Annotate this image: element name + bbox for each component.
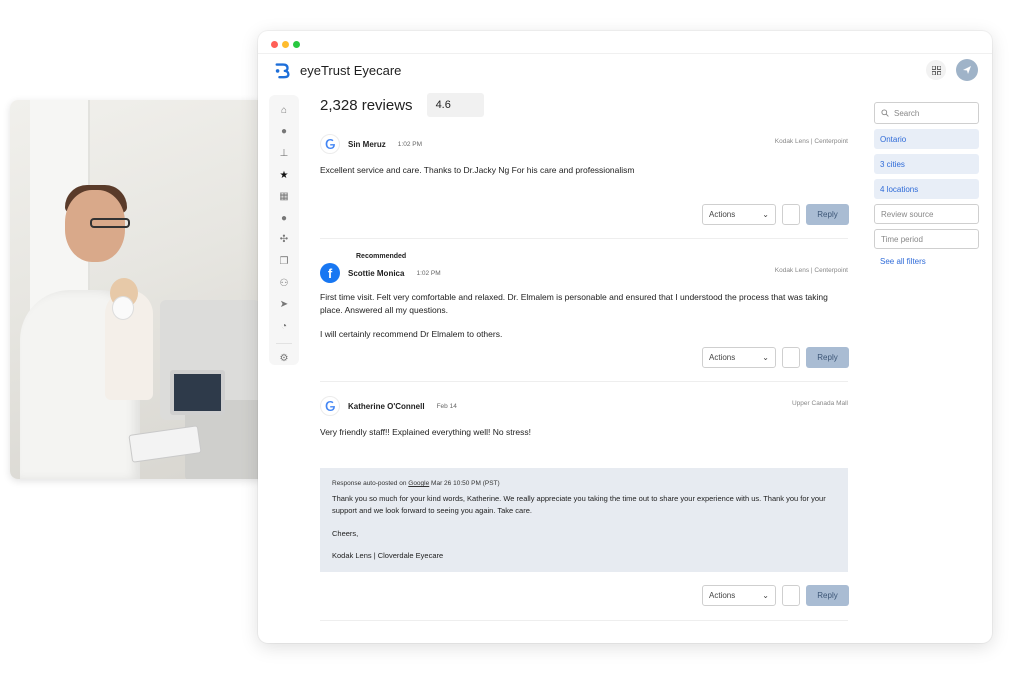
response-signature: Kodak Lens | Cloverdale Eyecare <box>332 551 444 560</box>
actions-dropdown[interactable]: Actions ⌄ <box>702 585 776 606</box>
sidebar-nav: ⌂ ● ⊥ ★ ▦ ● ✣ ❐ ⚇ ➤ ◔ ⚙ <box>269 95 299 365</box>
actions-label: Actions <box>709 353 736 362</box>
more-button[interactable] <box>782 585 800 606</box>
response-body: Thank you so much for your kind words, K… <box>332 493 836 563</box>
review-text: Very friendly staff!! Explained everythi… <box>320 426 848 439</box>
reviewer-name[interactable]: Sin Meruz <box>348 140 386 149</box>
window-controls <box>271 41 300 48</box>
google-icon <box>320 134 340 154</box>
review-time: 1:02 PM <box>416 269 441 277</box>
more-button[interactable] <box>782 204 800 225</box>
recommended-badge: Recommended <box>356 253 407 260</box>
brand-name: eyeTrust Eyecare <box>300 62 402 78</box>
optometrist-photo <box>10 100 265 479</box>
brand-logo-icon <box>275 63 290 79</box>
review-count: 2,328 reviews <box>320 96 413 114</box>
chevron-down-icon: ⌄ <box>762 591 769 600</box>
review-card: Recommended f Scottie Monica 1:02 PM Kod… <box>320 253 848 341</box>
review-time: Feb 14 <box>436 402 457 410</box>
minimize-window-dot[interactable] <box>282 41 289 48</box>
review-paragraph: First time visit. Felt very comfortable … <box>320 292 828 315</box>
reply-button[interactable]: Reply <box>806 585 849 606</box>
reviewer-name[interactable]: Scottie Monica <box>348 269 404 278</box>
apps-grid-button[interactable] <box>926 60 946 80</box>
search-input[interactable]: Search <box>874 102 979 124</box>
reviewer-name[interactable]: Katherine O'Connell <box>348 402 425 411</box>
time-period-filter[interactable]: Time period <box>874 229 979 249</box>
google-icon <box>320 396 340 416</box>
review-location: Kodak Lens | Centerpoint <box>774 138 848 145</box>
maximize-window-dot[interactable] <box>293 41 300 48</box>
review-paragraph: I will certainly recommend Dr Elmalem to… <box>320 329 503 339</box>
response-paragraph: Cheers, <box>332 528 359 538</box>
stamp-icon[interactable]: ⊥ <box>278 148 290 160</box>
review-text: First time visit. Felt very comfortable … <box>320 291 848 341</box>
review-source-filter[interactable]: Review source <box>874 204 979 224</box>
send-button[interactable] <box>956 59 978 81</box>
star-icon[interactable]: ★ <box>278 170 290 182</box>
review-actions: Actions ⌄ Reply <box>702 204 849 225</box>
search-placeholder: Search <box>894 108 920 118</box>
review-text: Excellent service and care. Thanks to Dr… <box>320 164 848 177</box>
reply-button[interactable]: Reply <box>806 347 849 368</box>
paper-plane-icon <box>963 66 971 74</box>
brand: eyeTrust Eyecare <box>274 61 401 79</box>
users-icon[interactable]: ⚇ <box>278 278 290 290</box>
app-window: eyeTrust Eyecare ⌂ ● ⊥ ★ ▦ ● ✣ ❐ ⚇ ➤ ◔ ⚙ 2,328 revi… <box>258 31 992 643</box>
response-meta: Response auto-posted on Google Mar 26 10… <box>332 478 836 491</box>
actions-label: Actions <box>709 591 736 600</box>
home-icon[interactable]: ⌂ <box>278 105 290 117</box>
reply-button[interactable]: Reply <box>806 204 849 225</box>
settings-icon[interactable]: ⚙ <box>278 354 290 366</box>
response-paragraph: Thank you so much for your kind words, K… <box>332 493 826 516</box>
review-actions: Actions ⌄ Reply <box>702 347 849 368</box>
send-icon[interactable]: ➤ <box>278 299 290 311</box>
review-time: 1:02 PM <box>397 140 422 148</box>
filter-chip-region[interactable]: Ontario <box>874 129 979 149</box>
close-window-dot[interactable] <box>271 41 278 48</box>
chevron-down-icon: ⌄ <box>762 210 769 219</box>
filters-panel: Search Ontario 3 cities 4 locations Revi… <box>874 102 979 266</box>
review-paragraph: Excellent service and care. Thanks to Dr… <box>320 165 635 175</box>
auto-response: Response auto-posted on Google Mar 26 10… <box>320 468 848 572</box>
pie-chart-icon[interactable]: ◔ <box>278 321 290 333</box>
actions-label: Actions <box>709 210 736 219</box>
review-card: Sin Meruz 1:02 PM Kodak Lens | Centerpoi… <box>320 134 848 177</box>
copy-icon[interactable]: ❐ <box>278 256 290 268</box>
review-actions: Actions ⌄ Reply <box>702 585 849 606</box>
qr-icon[interactable]: ▦ <box>278 191 290 203</box>
review-paragraph: Very friendly staff!! Explained everythi… <box>320 427 532 437</box>
alert-icon[interactable]: ● <box>278 213 290 225</box>
filter-chip-locations[interactable]: 4 locations <box>874 179 979 199</box>
review-location: Kodak Lens | Centerpoint <box>774 267 848 274</box>
more-button[interactable] <box>782 347 800 368</box>
network-icon[interactable]: ✣ <box>278 235 290 247</box>
response-date: Mar 26 10:50 PM (PST) <box>431 480 500 487</box>
chevron-down-icon: ⌄ <box>762 353 769 362</box>
see-all-filters-link[interactable]: See all filters <box>874 257 979 266</box>
average-rating: 4.6 <box>426 93 484 117</box>
actions-dropdown[interactable]: Actions ⌄ <box>702 347 776 368</box>
response-platform-link[interactable]: Google <box>408 480 429 487</box>
review-location: Upper Canada Mall <box>791 400 848 407</box>
response-meta-prefix: Response auto-posted on <box>332 480 407 487</box>
facebook-icon: f <box>320 263 340 283</box>
sidebar-divider <box>276 342 292 344</box>
chat-icon[interactable]: ● <box>278 127 290 139</box>
filter-chip-cities[interactable]: 3 cities <box>874 154 979 174</box>
search-icon <box>881 109 889 117</box>
actions-dropdown[interactable]: Actions ⌄ <box>702 204 776 225</box>
grid-icon <box>931 65 941 75</box>
review-card: Katherine O'Connell Feb 14 Upper Canada … <box>320 396 848 439</box>
reviews-header: 2,328 reviews 4.6 <box>320 93 484 117</box>
